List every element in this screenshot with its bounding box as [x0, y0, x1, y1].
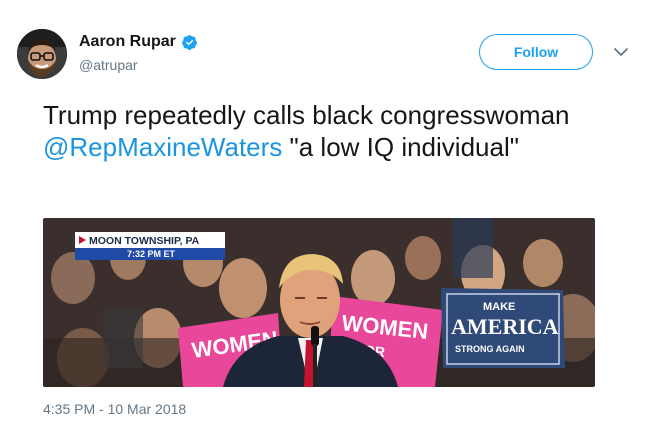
sign-america: AMERICA: [451, 314, 559, 339]
tweet-timestamp[interactable]: 4:35 PM - 10 Mar 2018: [43, 401, 186, 417]
tweet-text: Trump repeatedly calls black congresswom…: [43, 99, 623, 163]
banner-location: MOON TOWNSHIP, PA: [89, 235, 200, 247]
tweet-text-before: Trump repeatedly calls black congresswom…: [43, 100, 570, 130]
mention-link[interactable]: @RepMaxineWaters: [43, 132, 282, 162]
verified-badge-icon: [181, 34, 197, 50]
media-image: WOMEN WOMEN FOR MAKE AMERICA STRONG AGAI…: [43, 218, 595, 387]
maga-sign: MAKE AMERICA STRONG AGAIN: [441, 288, 565, 368]
chevron-down-icon[interactable]: [613, 46, 629, 58]
avatar-image: [17, 29, 67, 79]
tweet-media[interactable]: WOMEN WOMEN FOR MAKE AMERICA STRONG AGAI…: [43, 218, 595, 387]
author-name-row[interactable]: Aaron Rupar: [79, 33, 198, 51]
author-handle[interactable]: @atrupar: [79, 57, 138, 73]
news-location-banner: MOON TOWNSHIP, PA 7:32 PM ET: [75, 232, 225, 260]
tweet-text-after: "a low IQ individual": [282, 132, 519, 162]
avatar[interactable]: [17, 29, 67, 79]
banner-time: 7:32 PM ET: [127, 249, 176, 259]
author-display-name[interactable]: Aaron Rupar: [79, 33, 176, 51]
follow-button[interactable]: Follow: [479, 34, 593, 70]
sign-strong-again: STRONG AGAIN: [455, 344, 525, 354]
sign-make: MAKE: [483, 301, 515, 313]
